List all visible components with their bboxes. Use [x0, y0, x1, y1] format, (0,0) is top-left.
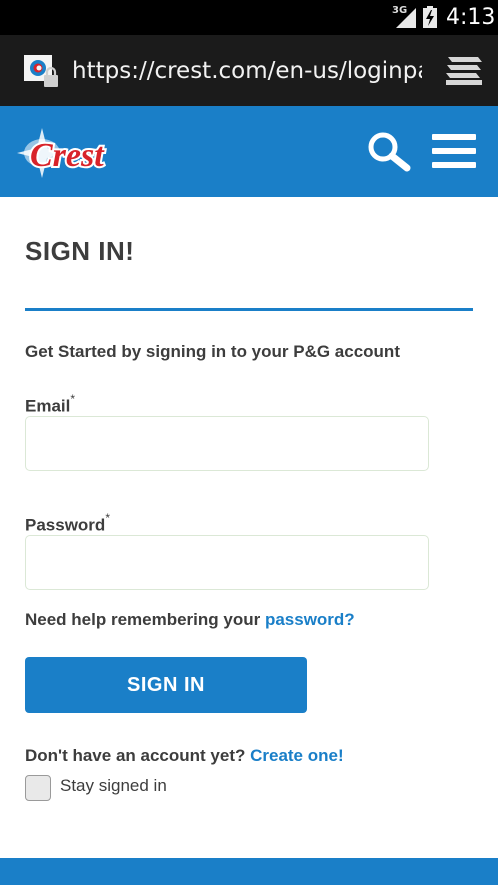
- email-required-marker: *: [70, 392, 76, 406]
- battery-charging-icon: [423, 6, 437, 28]
- browser-url-bar: https://crest.com/en-us/loginpa: [0, 35, 498, 106]
- stay-signed-in-checkbox[interactable]: [25, 775, 51, 801]
- clock: 4:13: [446, 5, 496, 30]
- password-label-text: Password: [25, 515, 106, 535]
- site-header: Crest Crest: [0, 106, 498, 197]
- page-title: SIGN IN!: [25, 236, 135, 266]
- create-account-text: Don't have an account yet? Create one!: [25, 746, 344, 766]
- email-label-text: Email: [25, 396, 71, 416]
- intro-text: Get Started by signing in to your P&G ac…: [25, 342, 400, 361]
- password-help-prefix: Need help remembering your: [25, 610, 265, 629]
- password-help-link[interactable]: password?: [265, 610, 355, 629]
- title-divider: [25, 308, 473, 311]
- site-security-icon[interactable]: [24, 55, 60, 89]
- create-account-prefix: Don't have an account yet?: [25, 746, 251, 765]
- password-label: Password*: [25, 511, 110, 536]
- create-account-link[interactable]: Create one!: [250, 746, 344, 765]
- email-label: Email*: [25, 392, 76, 417]
- status-bar: 3G 4:13: [0, 0, 498, 35]
- crest-logo[interactable]: Crest Crest: [12, 118, 172, 188]
- password-field[interactable]: [25, 535, 429, 590]
- footer-band: [0, 858, 498, 885]
- url-field[interactable]: https://crest.com/en-us/loginpa: [72, 55, 422, 87]
- stay-signed-in-label[interactable]: Stay signed in: [60, 776, 167, 796]
- tabs-icon[interactable]: [446, 57, 482, 85]
- svg-text:Crest: Crest: [30, 137, 105, 174]
- search-icon[interactable]: [366, 130, 412, 176]
- password-help-text: Need help remembering your password?: [25, 610, 355, 630]
- signal-strength-icon: [396, 8, 416, 28]
- hamburger-menu-icon[interactable]: [432, 134, 476, 170]
- sign-in-button[interactable]: SIGN IN: [25, 657, 307, 713]
- password-required-marker: *: [105, 511, 110, 525]
- email-field[interactable]: [25, 416, 429, 471]
